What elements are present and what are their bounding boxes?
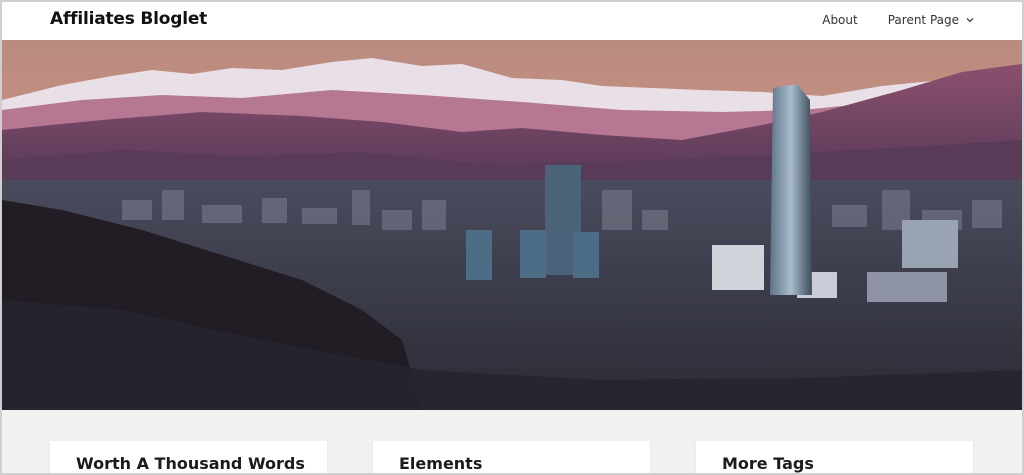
main-navigation: About Parent Page bbox=[822, 13, 975, 27]
site-title[interactable]: Affiliates Bloglet bbox=[50, 9, 207, 29]
site-header: Affiliates Bloglet About Parent Page bbox=[2, 2, 1022, 40]
chevron-down-icon bbox=[966, 18, 974, 23]
card-worth-a-thousand-words[interactable]: Worth A Thousand Words bbox=[50, 441, 327, 473]
card-elements[interactable]: Elements bbox=[373, 441, 650, 473]
card-title[interactable]: Elements bbox=[399, 454, 482, 473]
card-more-tags[interactable]: More Tags bbox=[696, 441, 973, 473]
browser-viewport: Affiliates Bloglet About Parent Page Wor… bbox=[0, 0, 1024, 475]
card-title[interactable]: More Tags bbox=[722, 454, 814, 473]
nav-item-parent-page[interactable]: Parent Page bbox=[888, 13, 975, 27]
nav-item-label: About bbox=[822, 13, 858, 27]
card-grid: Worth A Thousand Words Elements More Tag… bbox=[2, 410, 1022, 473]
nav-item-about[interactable]: About bbox=[822, 13, 857, 27]
city-skyline-image bbox=[2, 40, 1022, 410]
nav-item-label: Parent Page bbox=[887, 13, 959, 27]
hero-image bbox=[2, 40, 1022, 410]
card-title[interactable]: Worth A Thousand Words bbox=[76, 454, 305, 473]
